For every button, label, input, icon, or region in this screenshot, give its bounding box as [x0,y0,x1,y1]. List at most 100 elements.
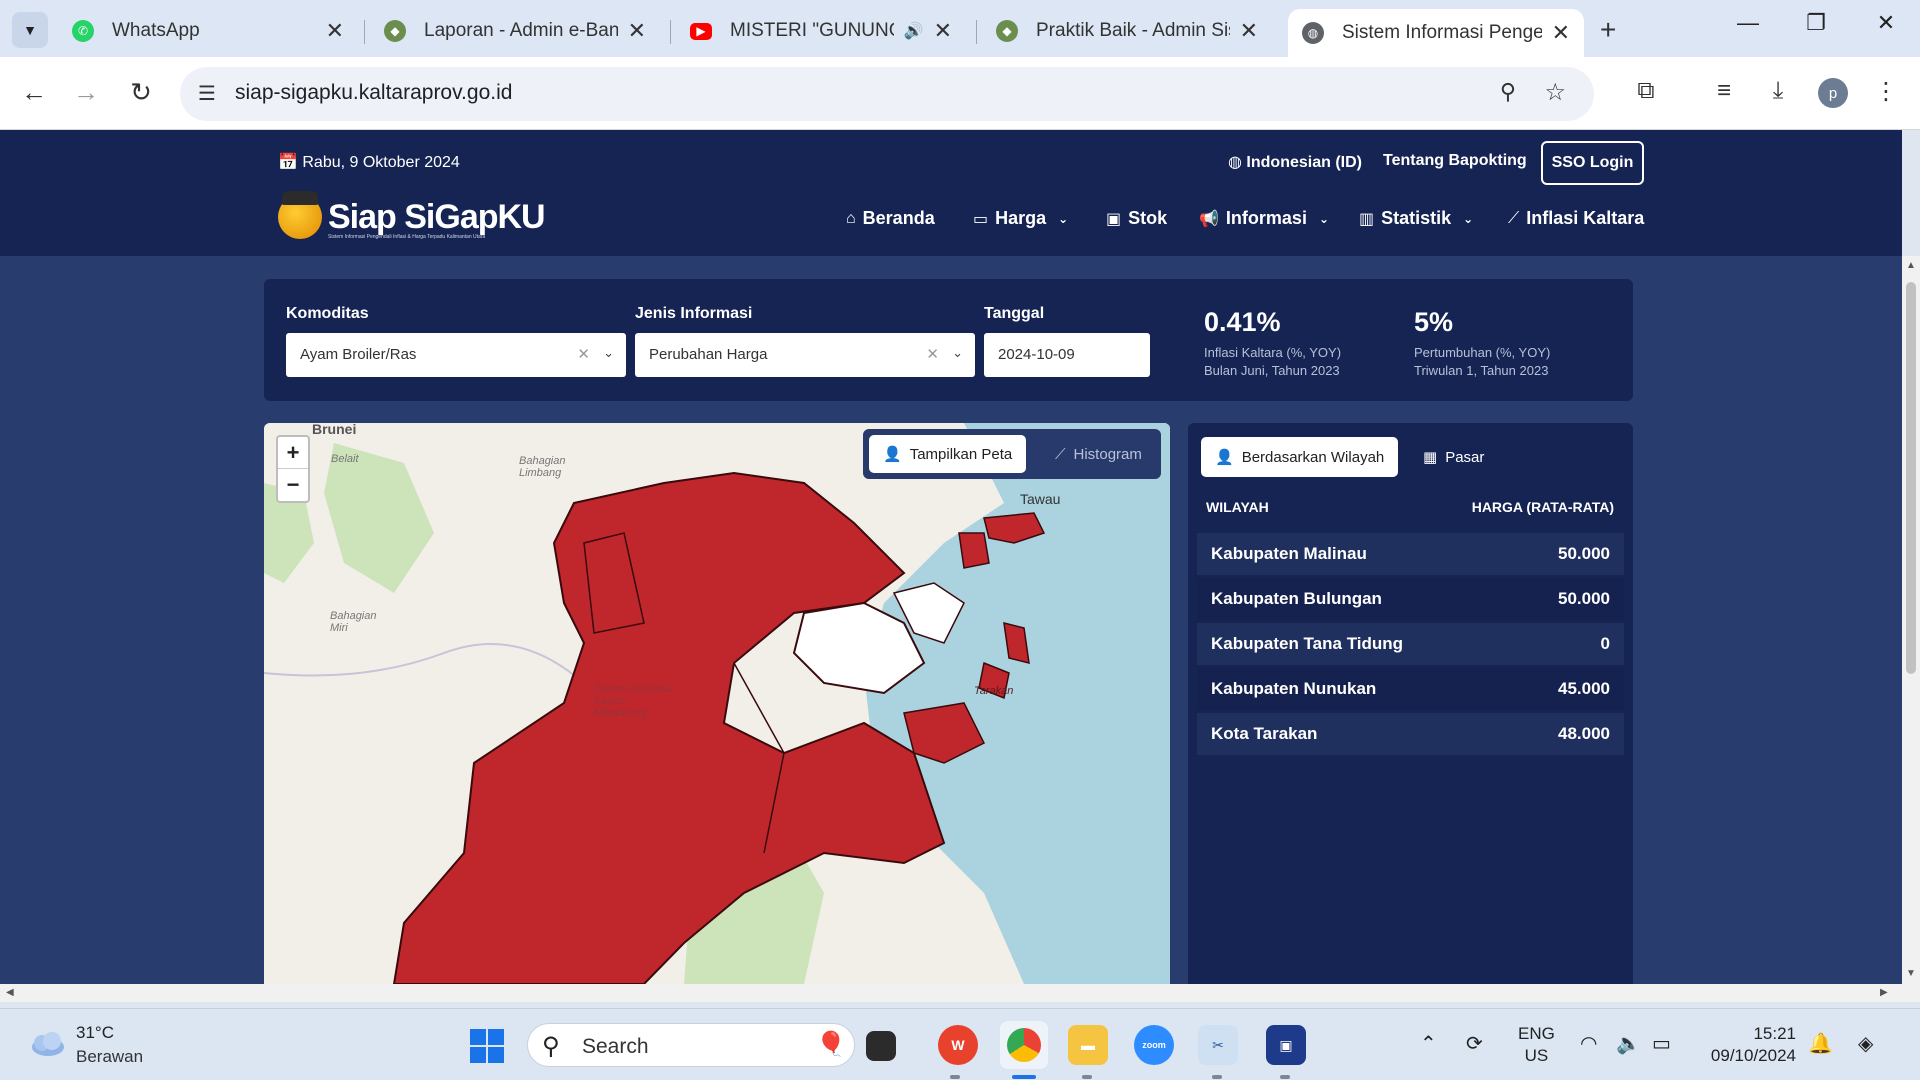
nav-statistik[interactable]: ▥ Statistik ⌄ [1359,208,1473,229]
copilot-icon[interactable]: ◈ [1858,1031,1873,1056]
inflasi-desc-line2: Bulan Juni, Tahun 2023 [1204,363,1340,378]
map-canvas[interactable] [264,423,1170,984]
komoditas-select[interactable]: Ayam Broiler/Ras ✕ ⌄ [286,333,626,377]
clear-icon[interactable]: ✕ [577,345,590,363]
map-zoom-control: + − [276,435,310,503]
back-arrow-icon[interactable]: ← [18,77,50,108]
close-icon[interactable]: ✕ [934,18,952,44]
close-icon[interactable]: ✕ [1240,18,1258,44]
wifi-icon[interactable]: ◠ [1580,1031,1597,1056]
download-icon[interactable]: ⤓ [1762,77,1794,105]
chrome-taskbar-button[interactable] [1000,1021,1048,1069]
sync-icon[interactable]: ⟳ [1466,1031,1483,1056]
region-sebatik[interactable] [958,532,990,569]
forward-arrow-icon[interactable]: → [70,77,102,108]
file-explorer-icon[interactable]: ▬ [1068,1025,1108,1065]
tab-separator [670,20,671,44]
scrollbar-thumb[interactable] [1906,282,1916,674]
zoom-icon[interactable]: ⚲ [1500,79,1516,105]
site-logo[interactable]: Siap SiGapKU Sistem Informasi Pengendali… [278,191,546,242]
zoom-out-button[interactable]: − [278,469,308,501]
language-selector[interactable]: ◍ Indonesian (ID) [1228,152,1362,172]
menu-kebab-icon[interactable]: ⋮ [1870,77,1902,106]
weather-temperature[interactable]: 31°C [76,1023,114,1043]
histogram-button[interactable]: ⟋ Histogram [1043,435,1154,473]
cloud-icon[interactable] [28,1031,66,1057]
extensions-icon[interactable]: ⧉ [1630,77,1662,105]
zoom-in-button[interactable]: + [278,437,308,469]
address-bar[interactable]: ☰ siap-sigapku.kaltaraprov.go.id ⚲ ☆ [180,67,1594,121]
battery-icon[interactable]: ▭ [1652,1031,1671,1056]
map-panel[interactable]: Brunei Belait Bahagian Limbang Bahagian … [264,423,1170,984]
tab-by-market-label: Pasar [1445,448,1485,466]
window-close-icon[interactable]: ✕ [1866,10,1906,36]
table-row[interactable]: Kabupaten Malinau 50.000 [1197,533,1624,575]
tab-by-region[interactable]: 👤 Berdasarkan Wilayah [1201,437,1399,477]
media-control-icon[interactable]: ≡ [1708,77,1740,105]
whatsapp-icon: ✆ [72,20,94,42]
table-row[interactable]: Kabupaten Bulungan 50.000 [1197,578,1624,620]
nav-informasi[interactable]: 📢 Informasi ⌄ [1199,208,1329,229]
tab-search-icon[interactable]: ▼ [12,12,48,48]
speaker-icon[interactable]: 🔊 [904,21,924,41]
scroll-left-icon[interactable]: ◀ [6,987,14,998]
volume-icon[interactable]: 🔈 [1616,1031,1641,1056]
chevron-down-icon: ⌄ [1058,211,1069,226]
windows-start-icon[interactable] [470,1029,504,1063]
chevron-up-icon[interactable]: ⌃ [1420,1031,1437,1056]
page-viewport: 📅 Rabu, 9 Oktober 2024 ◍ Indonesian (ID)… [0,130,1902,984]
snipping-tool-icon[interactable]: ✂ [1198,1025,1238,1065]
chevron-down-icon[interactable]: ⌄ [952,345,963,361]
weather-condition[interactable]: Berawan [76,1047,143,1067]
vertical-scrollbar[interactable]: ▲ ▼ [1902,256,1920,984]
table-row[interactable]: Kabupaten Tana Tidung 0 [1197,623,1624,665]
region-price: 0 [1600,634,1610,653]
profile-avatar[interactable]: p [1818,78,1848,108]
scroll-down-icon[interactable]: ▼ [1906,968,1916,979]
minimize-icon[interactable]: — [1728,10,1768,36]
megaphone-icon: 📢 [1199,210,1219,228]
site-settings-icon[interactable]: ☰ [198,81,216,106]
tab-whatsapp[interactable]: ✆ WhatsApp ✕ [58,9,358,53]
nav-inflasi-kaltara[interactable]: ⟋ Inflasi Kaltara [1508,208,1644,229]
home-icon: ⌂ [846,209,856,227]
tab-laporan[interactable]: ◆ Laporan - Admin e-Bang ✕ [370,9,660,53]
notification-bell-icon[interactable]: 🔔 [1808,1031,1833,1056]
horizontal-scrollbar[interactable]: ◀ ▶ [0,984,1920,1002]
close-icon[interactable]: ✕ [628,18,646,44]
clear-icon[interactable]: ✕ [926,345,939,363]
new-tab-icon[interactable]: + [1600,14,1616,46]
remote-app-icon[interactable]: ▣ [1266,1025,1306,1065]
show-map-button[interactable]: 👤 Tampilkan Peta [869,435,1027,473]
tab-by-market[interactable]: ▦ Pasar [1411,437,1496,477]
jenis-informasi-select[interactable]: Perubahan Harga ✕ ⌄ [635,333,975,377]
close-icon[interactable]: ✕ [326,18,344,44]
scroll-up-icon[interactable]: ▲ [1906,260,1916,271]
zoom-app-icon[interactable]: zoom [1134,1025,1174,1065]
nav-stok[interactable]: ▣ Stok [1106,208,1167,229]
sso-login-button[interactable]: SSO Login [1541,141,1644,185]
tab-sistem-informasi[interactable]: ◍ Sistem Informasi Pengen ✕ [1288,9,1584,57]
task-view-icon[interactable] [866,1031,896,1061]
nav-harga[interactable]: ▭ Harga ⌄ [973,208,1068,229]
wps-office-icon[interactable]: W [938,1025,978,1065]
table-row[interactable]: Kota Tarakan 48.000 [1197,713,1624,755]
tab-youtube[interactable]: ▶ MISTERI "GUNUNG P 🔊 ✕ [676,9,966,53]
table-row[interactable]: Kabupaten Nunukan 45.000 [1197,668,1624,710]
reload-icon[interactable]: ↻ [125,77,157,108]
tanggal-input[interactable]: 2024-10-09 [984,333,1150,377]
close-icon[interactable]: ✕ [1552,20,1570,46]
taskbar-search[interactable]: ⚲ Search 🎈 [527,1023,855,1067]
bookmark-star-icon[interactable]: ☆ [1544,78,1566,107]
about-link[interactable]: Tentang Bapokting [1383,152,1527,170]
chevron-down-icon[interactable]: ⌄ [603,345,614,361]
nav-beranda[interactable]: ⌂ Beranda [846,208,935,229]
url-text[interactable]: siap-sigapku.kaltaraprov.go.id [235,81,512,105]
taskbar-clock[interactable]: 15:21 09/10/2024 [1700,1023,1796,1067]
input-language[interactable]: ENG US [1518,1023,1555,1067]
region-name: Kabupaten Bulungan [1211,589,1382,608]
restore-icon[interactable]: ❐ [1796,10,1836,36]
jenis-informasi-label: Jenis Informasi [635,305,753,322]
scroll-right-icon[interactable]: ▶ [1880,987,1888,998]
tab-praktik-baik[interactable]: ◆ Praktik Baik - Admin Siste ✕ [982,9,1272,53]
